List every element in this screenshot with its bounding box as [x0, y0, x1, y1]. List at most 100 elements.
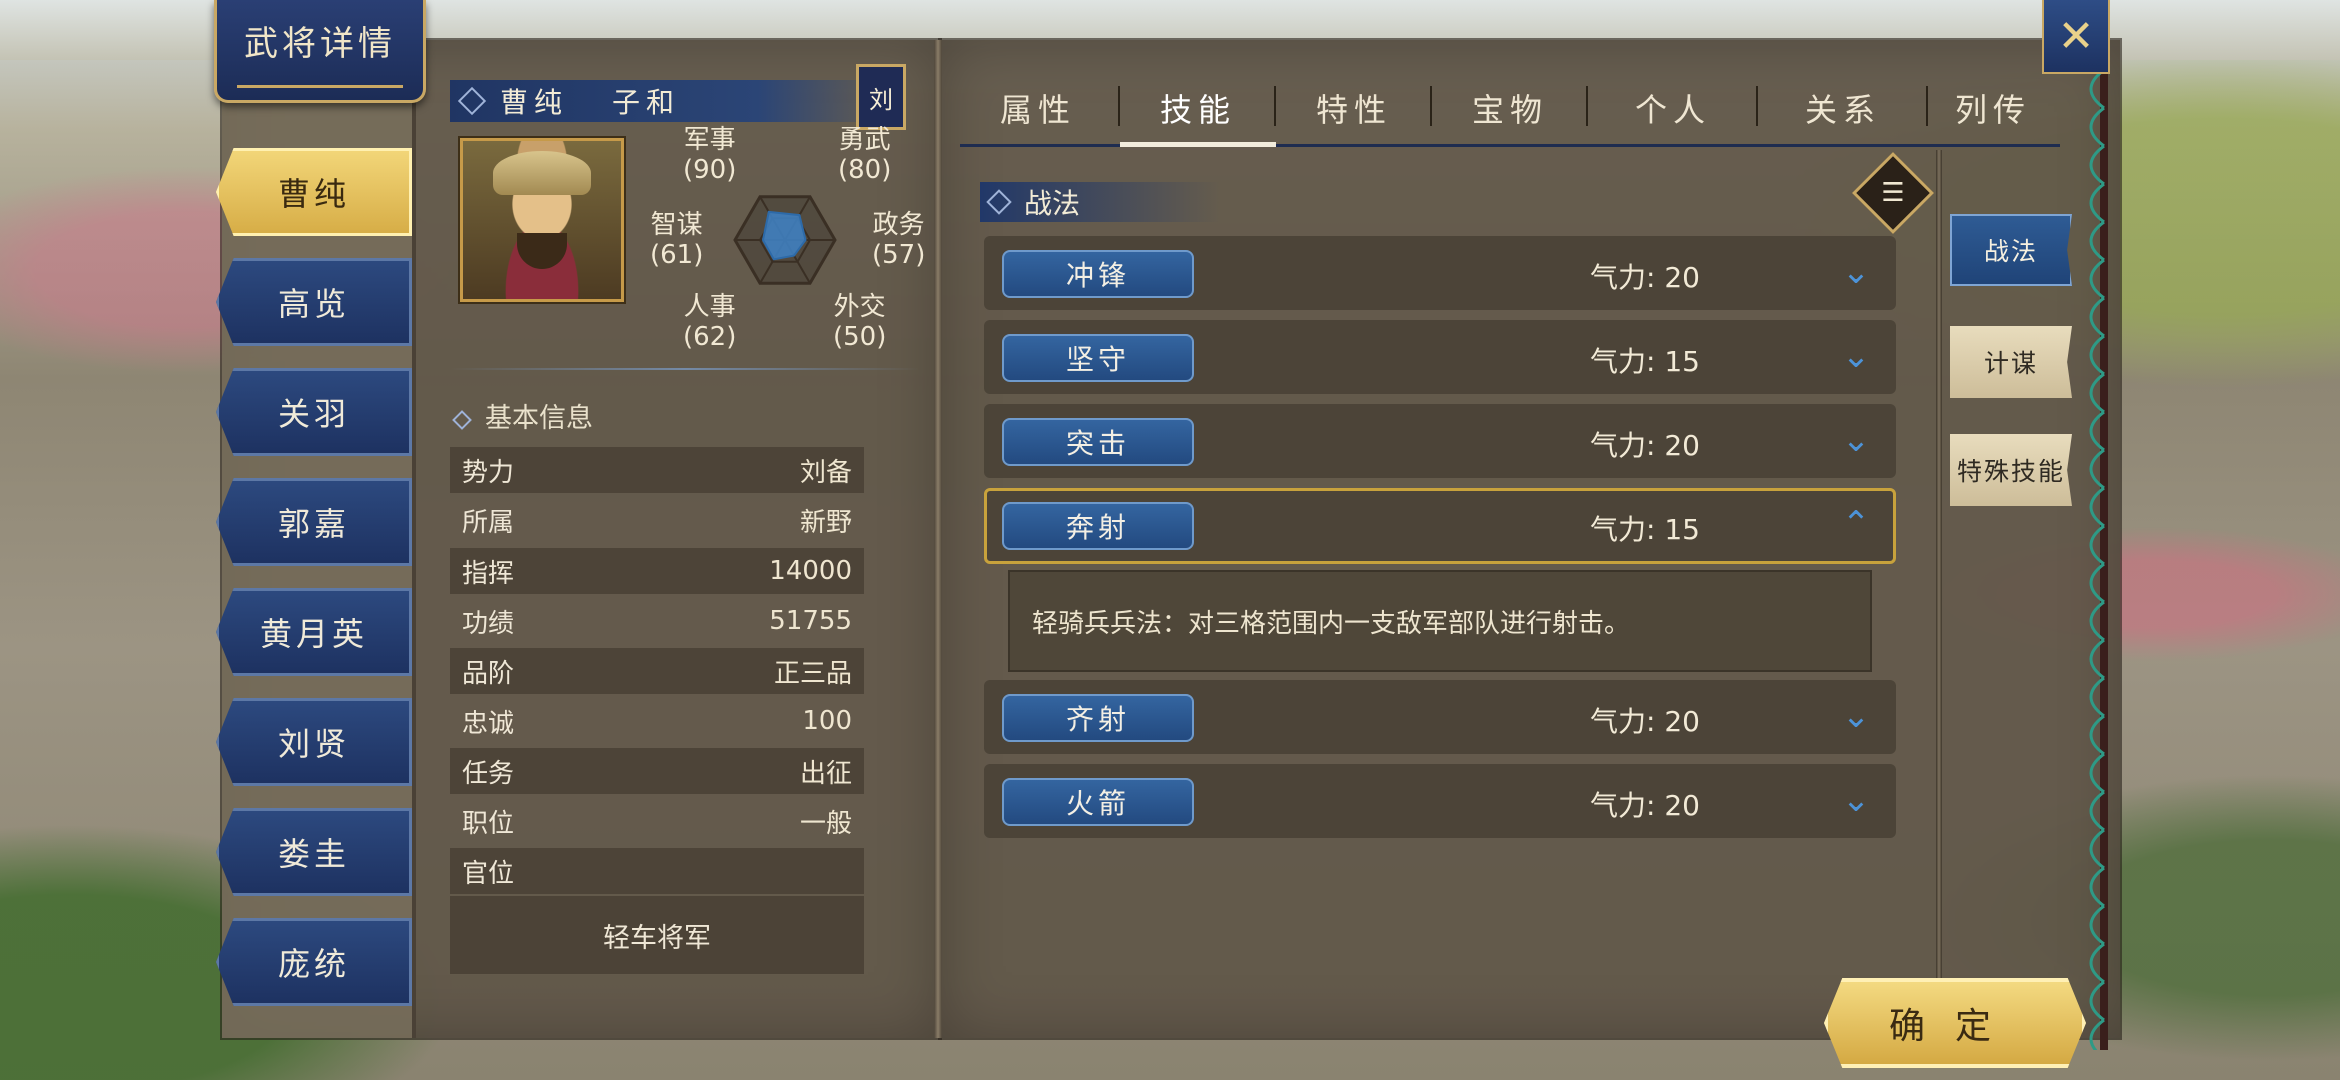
general-item-2[interactable]: 关羽 — [216, 368, 412, 456]
info-label: 功绩 — [462, 608, 515, 639]
side-divider — [1936, 150, 1942, 1030]
info-row-rank: 品阶 正三品 — [450, 648, 864, 694]
title-banner: 武将详情 — [214, 0, 426, 103]
stat-politics-label: 政务 — [872, 210, 925, 240]
general-name: 曹纯 — [500, 86, 569, 119]
skill-description: 轻骑兵兵法：对三格范围内一支敌军部队进行射击。 — [1008, 570, 1872, 672]
skill-name-button[interactable]: 突击 — [1002, 418, 1194, 466]
confirm-button[interactable]: 确定 — [1824, 978, 2086, 1068]
tab-attributes[interactable]: 属性 — [960, 74, 1116, 142]
panel-divider — [934, 40, 942, 1038]
skill-name-button[interactable]: 奔射 — [1002, 502, 1194, 550]
skill-row-expanded[interactable]: 奔射 气力: 15 ⌃ — [984, 488, 1896, 564]
skill-row[interactable]: 冲锋 气力: 20 ⌄ — [984, 236, 1896, 310]
general-portrait — [460, 138, 624, 302]
chain-link — [2089, 600, 2105, 642]
skill-cost: 气力: 15 — [1590, 513, 1700, 546]
chain-link — [2089, 448, 2105, 490]
side-tab-schemes[interactable]: 计谋 — [1950, 326, 2072, 398]
basic-info-heading: 基本信息 — [452, 396, 593, 435]
tab-skills[interactable]: 技能 — [1120, 74, 1276, 142]
basic-info-title: 基本信息 — [485, 403, 593, 434]
stat-diplomacy-value: (50) — [833, 322, 887, 352]
info-label: 势力 — [462, 457, 515, 488]
official-title: 轻车将军 — [450, 896, 864, 974]
chevron-down-icon[interactable]: ⌄ — [1836, 696, 1876, 736]
stat-military-value: (90) — [683, 155, 737, 185]
chevron-up-icon[interactable]: ⌃ — [1836, 504, 1876, 544]
info-value: 一般 — [799, 808, 852, 839]
info-value: 出征 — [799, 758, 852, 789]
divider — [450, 368, 920, 370]
chevron-down-icon[interactable]: ⌄ — [1836, 252, 1876, 292]
skill-name-button[interactable]: 火箭 — [1002, 778, 1194, 826]
chain-link — [2089, 714, 2105, 756]
info-row-position: 职位 一般 — [450, 798, 864, 844]
general-item-5[interactable]: 刘贤 — [216, 698, 412, 786]
chain-link — [2089, 486, 2105, 528]
chain-link — [2089, 68, 2105, 110]
close-icon[interactable]: ✕ — [2042, 0, 2110, 74]
general-item-1[interactable]: 高览 — [216, 258, 412, 346]
tab-personal[interactable]: 个人 — [1588, 74, 1758, 142]
skill-cost: 气力: 20 — [1590, 789, 1700, 822]
skill-row[interactable]: 齐射 气力: 20 ⌄ — [984, 680, 1896, 754]
info-value: 新野 — [799, 507, 852, 538]
skill-row[interactable]: 突击 气力: 20 ⌄ — [984, 404, 1896, 478]
chain-link — [2089, 942, 2105, 984]
chain-link — [2089, 562, 2105, 604]
skill-name-button[interactable]: 冲锋 — [1002, 250, 1194, 298]
section-title: 战法 — [1024, 187, 1081, 220]
general-item-0[interactable]: 曹纯 — [216, 148, 412, 236]
info-row-faction: 势力 刘备 — [450, 447, 864, 493]
tab-bar: 属性 技能 特性 宝物 个人 关系 列传 — [960, 74, 2060, 146]
general-item-7[interactable]: 庞统 — [216, 918, 412, 1006]
chain-link — [2089, 410, 2105, 452]
skill-row[interactable]: 火箭 气力: 20 ⌄ — [984, 764, 1896, 838]
chain-link — [2089, 334, 2105, 376]
skill-name-button[interactable]: 坚守 — [1002, 334, 1194, 382]
chain-link — [2089, 220, 2105, 262]
chain-link — [2089, 144, 2105, 186]
general-item-4[interactable]: 黄月英 — [216, 588, 412, 676]
info-value: 51755 — [769, 606, 852, 636]
general-item-6[interactable]: 娄圭 — [216, 808, 412, 896]
info-value: 正三品 — [773, 658, 852, 689]
stat-strategy: 智谋 (61) — [650, 210, 703, 270]
stat-strategy-value: (61) — [650, 240, 704, 270]
tab-traits[interactable]: 特性 — [1276, 74, 1432, 142]
stat-personnel-value: (62) — [683, 322, 737, 352]
skill-row[interactable]: 坚守 气力: 15 ⌄ — [984, 320, 1896, 394]
chevron-down-icon[interactable]: ⌄ — [1836, 780, 1876, 820]
chain-link — [2089, 1018, 2105, 1050]
chain-link — [2089, 866, 2105, 908]
side-tab-tactics[interactable]: 战法 — [1950, 214, 2072, 286]
tab-treasures[interactable]: 宝物 — [1432, 74, 1588, 142]
tab-biography[interactable]: 列传 — [1928, 74, 2058, 142]
side-tab-special-skills[interactable]: 特殊技能 — [1950, 434, 2072, 506]
stat-valor-value: (80) — [838, 155, 892, 185]
info-label: 所属 — [462, 507, 515, 538]
info-row-command: 指挥 14000 — [450, 548, 864, 594]
chain-link — [2089, 676, 2105, 718]
tab-relations[interactable]: 关系 — [1758, 74, 1928, 142]
chain-link — [2089, 904, 2105, 946]
window-title: 武将详情 — [244, 24, 396, 64]
stat-politics: 政务 (57) — [872, 210, 925, 270]
diamond-icon — [457, 86, 487, 116]
chevron-down-icon[interactable]: ⌄ — [1836, 420, 1876, 460]
info-value: 刘备 — [799, 457, 852, 488]
info-row-merit: 功绩 51755 — [450, 598, 864, 644]
general-item-3[interactable]: 郭嘉 — [216, 478, 412, 566]
chain-link — [2089, 258, 2105, 300]
skill-name-button[interactable]: 齐射 — [1002, 694, 1194, 742]
stat-diplomacy: 外交 (50) — [833, 292, 886, 352]
chain-link — [2089, 790, 2105, 832]
info-row-loyalty: 忠诚 100 — [450, 698, 864, 744]
skill-cost: 气力: 15 — [1590, 345, 1700, 378]
info-label: 职位 — [462, 808, 515, 839]
info-row-city: 所属 新野 — [450, 497, 864, 543]
info-label: 指挥 — [462, 558, 515, 589]
chevron-down-icon[interactable]: ⌄ — [1836, 336, 1876, 376]
info-value: 100 — [802, 706, 852, 736]
